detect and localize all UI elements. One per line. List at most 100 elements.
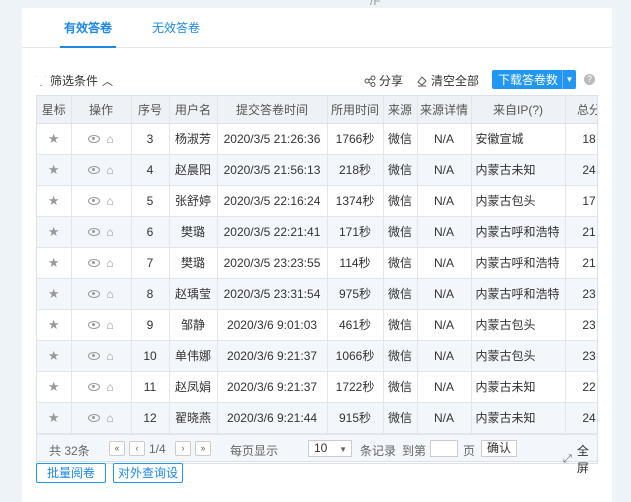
duration-cell: 1066秒	[327, 340, 384, 372]
eye-icon[interactable]	[88, 196, 101, 205]
star-icon[interactable]: ★	[48, 410, 60, 425]
eye-icon[interactable]	[88, 413, 101, 422]
column-header[interactable]: 总分	[565, 96, 597, 124]
star-icon[interactable]: ★	[48, 255, 60, 270]
delete-icon[interactable]: ⌂	[106, 225, 113, 239]
caret-down-icon[interactable]: ▼	[562, 70, 576, 89]
table-header-row: 星标操作序号用户名提交答卷时间所用时间来源来源详情来自IP(?)总分	[37, 96, 597, 124]
column-header[interactable]: 来源详情	[417, 96, 472, 124]
prev-page-button[interactable]: ‹	[129, 441, 145, 456]
filter-toggle[interactable]: 筛选条件 ︿	[36, 72, 113, 89]
eye-icon[interactable]	[88, 351, 101, 360]
eye-icon[interactable]	[88, 134, 101, 143]
share-icon	[364, 75, 376, 87]
external-query-settings-button[interactable]: 对外查询设	[113, 463, 183, 483]
page-unit-label: 页	[463, 444, 476, 458]
next-page-button[interactable]: ›	[175, 441, 191, 456]
table-row[interactable]: ★ ⌂ 9 邹静 2020/3/6 9:01:03 461秒 微信 N/A 内蒙古包头 23	[37, 309, 597, 341]
score-cell: 22	[565, 371, 597, 403]
source-cell: 微信	[383, 185, 418, 217]
ops-cell: ⌂	[71, 185, 132, 217]
source-cell: 微信	[383, 402, 418, 434]
eye-icon[interactable]	[88, 165, 101, 174]
column-header[interactable]: 所用时间	[327, 96, 384, 124]
pagination-bar: 共 32条 « ‹ 1/4 › » 每页显示 10 ▼ 条记录 到第 页 确认 …	[36, 434, 598, 475]
download-label: 下载答卷数	[498, 73, 559, 87]
table-row[interactable]: ★ ⌂ 6 樊璐 2020/3/5 22:21:41 171秒 微信 N/A 内蒙古呼和浩特 21	[37, 216, 597, 248]
star-icon[interactable]: ★	[48, 131, 60, 146]
delete-icon[interactable]: ⌂	[106, 380, 113, 394]
star-icon[interactable]: ★	[48, 224, 60, 239]
delete-icon[interactable]: ⌂	[106, 411, 113, 425]
username-cell: 赵瑀莹	[169, 278, 218, 310]
star-icon[interactable]: ★	[48, 162, 60, 177]
download-answers-button[interactable]: 下载答卷数 ▼	[492, 70, 576, 89]
delete-icon[interactable]: ⌂	[106, 349, 113, 363]
share-button[interactable]: 分享	[364, 72, 403, 89]
duration-cell: 171秒	[327, 216, 384, 248]
table-row[interactable]: ★ ⌂ 7 樊璐 2020/3/5 23:23:55 114秒 微信 N/A 内蒙古呼和浩特 21	[37, 247, 597, 279]
table-row[interactable]: ★ ⌂ 4 赵晨阳 2020/3/5 21:56:13 218秒 微信 N/A 内蒙古未知 24	[37, 154, 597, 186]
score-cell: 23	[565, 340, 597, 372]
clear-all-button[interactable]: 清空全部	[416, 72, 479, 89]
duration-cell: 218秒	[327, 154, 384, 186]
source-detail-cell: N/A	[417, 185, 472, 217]
table-row[interactable]: ★ ⌂ 8 赵瑀莹 2020/3/5 23:31:54 975秒 微信 N/A 内蒙古呼和浩特 2…	[37, 278, 597, 310]
eye-icon[interactable]	[88, 320, 101, 329]
first-page-button[interactable]: «	[109, 441, 125, 456]
fullscreen-icon: ⤢	[563, 452, 572, 465]
star-icon[interactable]: ★	[48, 286, 60, 301]
delete-icon[interactable]: ⌂	[106, 256, 113, 270]
table-row[interactable]: ★ ⌂ 10 单伟娜 2020/3/6 9:21:37 1066秒 微信 N/A 内蒙古包头 23	[37, 340, 597, 372]
column-header[interactable]: 星标	[37, 96, 72, 124]
column-header[interactable]: 操作	[71, 96, 132, 124]
column-header[interactable]: 来自IP(?)	[471, 96, 566, 124]
username-cell: 赵凤娟	[169, 371, 218, 403]
star-cell: ★	[37, 185, 72, 217]
ip-cell: 内蒙古呼和浩特	[471, 278, 566, 310]
eye-icon[interactable]	[88, 289, 101, 298]
submit-time-cell: 2020/3/6 9:21:37	[217, 340, 328, 372]
column-header[interactable]: 序号	[131, 96, 170, 124]
help-icon[interactable]: ?	[584, 74, 595, 85]
ops-cell: ⌂	[71, 247, 132, 279]
records-label: 条记录	[360, 444, 397, 458]
table-row[interactable]: ★ ⌂ 5 张舒婷 2020/3/5 22:16:24 1374秒 微信 N/A 内蒙古包头 17	[37, 185, 597, 217]
delete-icon[interactable]: ⌂	[106, 194, 113, 208]
per-page-select[interactable]: 10 ▼	[308, 440, 352, 457]
star-icon[interactable]: ★	[48, 317, 60, 332]
eye-icon[interactable]	[88, 258, 101, 267]
delete-icon[interactable]: ⌂	[106, 132, 113, 146]
eye-icon[interactable]	[88, 227, 101, 236]
source-cell: 微信	[383, 278, 418, 310]
source-detail-cell: N/A	[417, 278, 472, 310]
star-icon[interactable]: ★	[48, 193, 60, 208]
last-page-button[interactable]: »	[195, 441, 211, 456]
ip-cell: 内蒙古未知	[471, 402, 566, 434]
column-header[interactable]: 来源	[383, 96, 418, 124]
score-cell: 21	[565, 247, 597, 279]
column-header[interactable]: 用户名	[169, 96, 218, 124]
tab-valid-answers[interactable]: 有效答卷	[59, 19, 117, 48]
source-detail-cell: N/A	[417, 123, 472, 155]
delete-icon[interactable]: ⌂	[106, 287, 113, 301]
submit-time-cell: 2020/3/5 21:56:13	[217, 154, 328, 186]
table-row[interactable]: ★ ⌂ 11 赵凤娟 2020/3/6 9:21:37 1722秒 微信 N/A 内蒙古未知 22	[37, 371, 597, 403]
ip-cell: 内蒙古包头	[471, 185, 566, 217]
score-cell: 17	[565, 185, 597, 217]
table-row[interactable]: ★ ⌂ 3 杨淑芳 2020/3/5 21:26:36 1766秒 微信 N/A 安徽宣城 18	[37, 123, 597, 155]
eye-icon[interactable]	[88, 382, 101, 391]
delete-icon[interactable]: ⌂	[106, 318, 113, 332]
star-icon[interactable]: ★	[48, 348, 60, 363]
tab-invalid-answers[interactable]: 无效答卷	[152, 19, 200, 36]
confirm-page-button[interactable]: 确认	[481, 440, 517, 457]
fullscreen-button[interactable]: ⤢ 全屏	[563, 442, 597, 476]
column-header[interactable]: 提交答卷时间	[217, 96, 328, 124]
chevron-down-icon: ▼	[339, 445, 347, 454]
delete-icon[interactable]: ⌂	[106, 163, 113, 177]
batch-review-button[interactable]: 批量阅卷	[36, 463, 106, 483]
submit-time-cell: 2020/3/6 9:21:37	[217, 371, 328, 403]
star-icon[interactable]: ★	[48, 379, 60, 394]
goto-page-input[interactable]	[430, 440, 458, 457]
table-row[interactable]: ★ ⌂ 12 翟晓燕 2020/3/6 9:21:44 915秒 微信 N/A 内蒙古未知 24	[37, 402, 597, 434]
